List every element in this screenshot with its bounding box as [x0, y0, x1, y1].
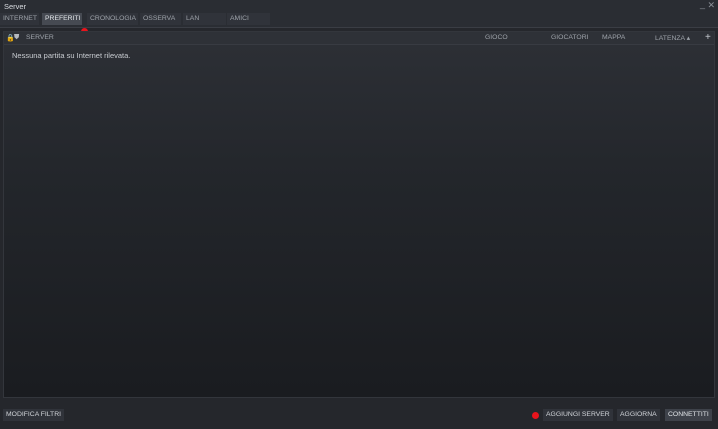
empty-message: Nessuna partita su Internet rilevata.: [12, 51, 131, 60]
status-dot: [532, 412, 539, 419]
minimize-button[interactable]: _: [700, 0, 705, 9]
tab-amici[interactable]: AMICI: [227, 13, 270, 25]
column-server[interactable]: SERVER: [26, 34, 54, 41]
footer-bar: MODIFICA FILTRI AGGIUNGI SERVER AGGIORNA…: [0, 400, 718, 429]
column-game[interactable]: GIOCO: [485, 34, 508, 41]
edit-filters-button[interactable]: MODIFICA FILTRI: [3, 409, 65, 421]
close-button[interactable]: ✕: [707, 0, 715, 11]
column-players[interactable]: GIOCATORI: [551, 34, 589, 41]
refresh-button[interactable]: AGGIORNA: [617, 409, 660, 421]
window-title: Server: [4, 2, 27, 11]
tab-preferiti[interactable]: PREFERITI: [42, 13, 82, 25]
tab-internet[interactable]: INTERNET: [0, 13, 39, 25]
add-column-icon[interactable]: +: [705, 32, 711, 43]
column-map[interactable]: MAPPA: [602, 34, 625, 41]
tab-lan[interactable]: LAN: [183, 13, 226, 25]
server-list: 🔒 ⛊ SERVER GIOCO GIOCATORI MAPPA LATENZA…: [3, 31, 715, 398]
connect-button[interactable]: CONNETTITI: [665, 409, 712, 421]
tab-osserva[interactable]: OSSERVA: [140, 13, 181, 25]
column-header: 🔒 ⛊ SERVER GIOCO GIOCATORI MAPPA LATENZA…: [4, 32, 714, 45]
column-latency[interactable]: LATENZA ▴: [655, 34, 690, 42]
title-bar: Server _ ✕: [0, 0, 718, 12]
shield-icon[interactable]: ⛊: [14, 34, 19, 42]
add-server-button[interactable]: AGGIUNGI SERVER: [543, 409, 613, 421]
tab-cronologia[interactable]: CRONOLOGIA: [87, 13, 138, 25]
tab-bar: INTERNET PREFERITI CRONOLOGIA OSSERVA LA…: [0, 12, 718, 35]
